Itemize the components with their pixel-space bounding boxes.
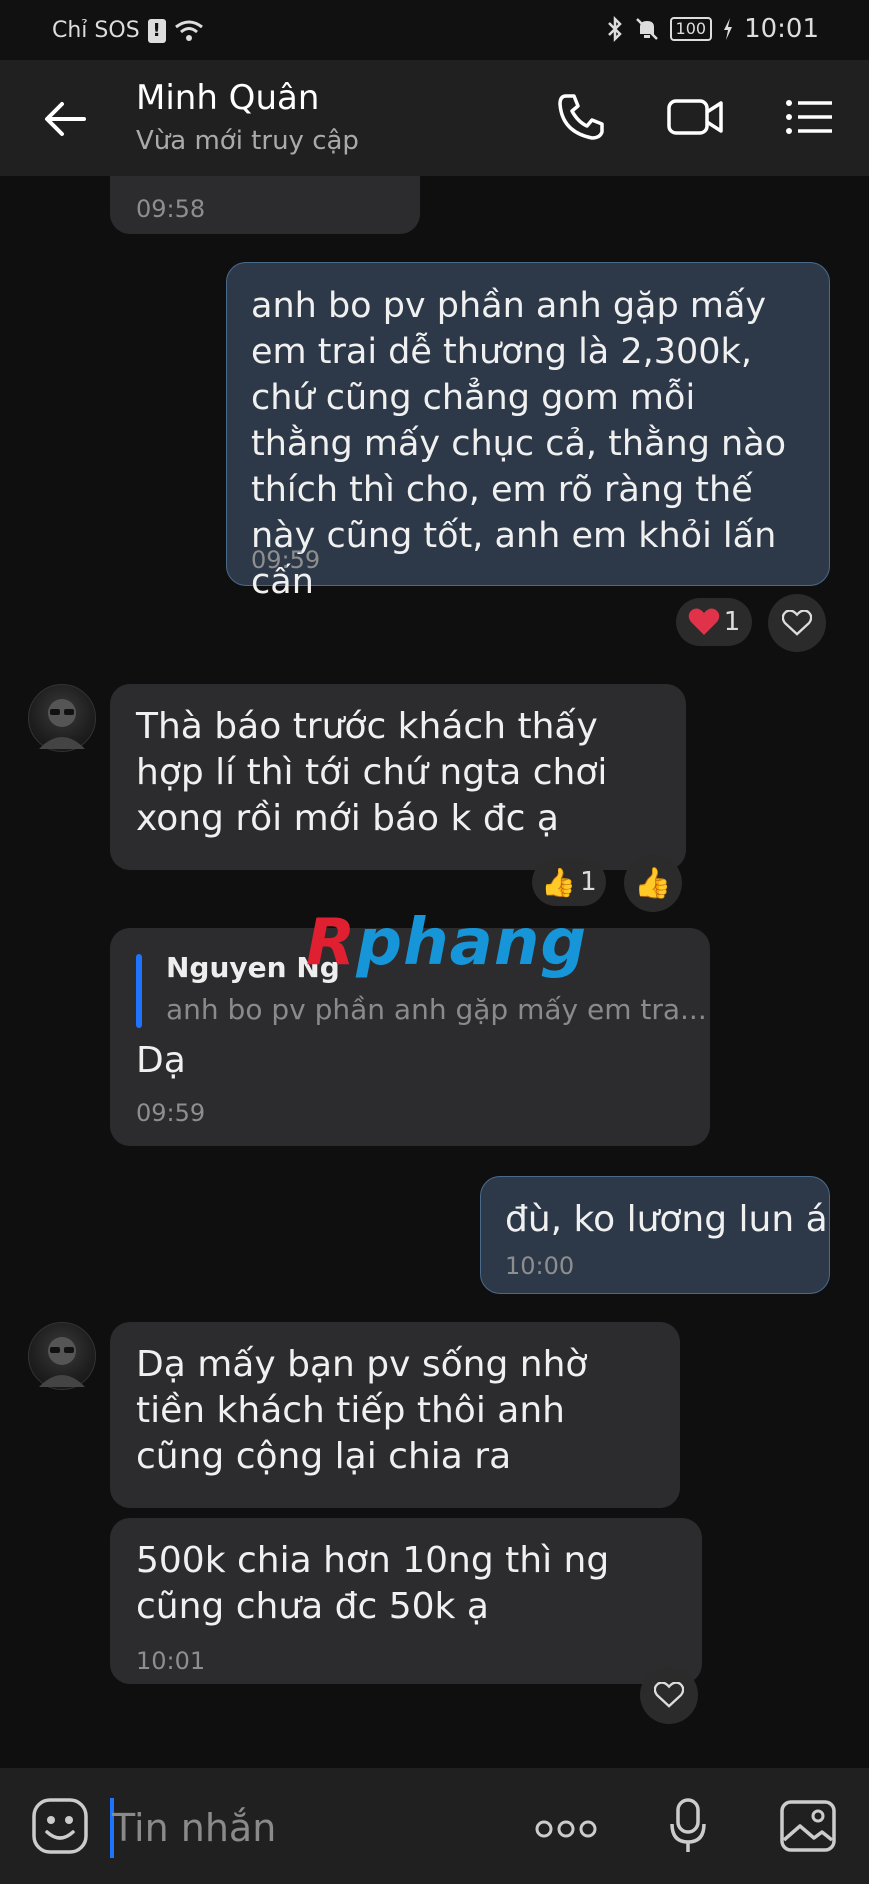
status-left: Chỉ SOS !	[52, 18, 204, 43]
watermark-part2: phang	[356, 906, 588, 980]
mute-icon	[635, 18, 658, 40]
chat-header: Minh Quân Vừa mới truy cập	[0, 60, 869, 176]
video-call-icon[interactable]	[666, 90, 726, 144]
message-time: 09:59	[251, 546, 321, 574]
carrier-label: Chỉ SOS	[52, 18, 140, 43]
thumbs-up-reaction-icon: 👍	[541, 865, 577, 899]
microphone-icon[interactable]	[668, 1796, 708, 1856]
message-bubble-incoming[interactable]: Dạ mấy bạn pv sống nhờ tiền khách tiếp t…	[110, 1322, 680, 1508]
menu-list-icon[interactable]	[784, 90, 836, 144]
heart-outline-icon	[782, 610, 812, 636]
watermark-part1: R	[306, 906, 357, 980]
avatar-face-icon	[39, 1337, 85, 1387]
emoji-sticker-icon[interactable]	[30, 1796, 90, 1856]
avatar[interactable]	[28, 684, 96, 752]
reaction-count: 1	[723, 607, 741, 637]
message-bubble-incoming[interactable]: Thà báo trước khách thấy hợp lí thì tới …	[110, 684, 686, 870]
react-button[interactable]	[640, 1666, 698, 1724]
message-bubble-outgoing[interactable]: anh bo pv phần anh gặp mấy em trai dễ th…	[226, 262, 830, 602]
bluetooth-icon	[607, 16, 622, 42]
message-input[interactable]: Tin nhắn	[112, 1806, 276, 1850]
watermark-logo: Rphang	[306, 906, 587, 980]
message-text: 500k chia hơn 10ng thì ng cũng chưa đc 5…	[136, 1540, 610, 1627]
composer-bar: Tin nhắn	[0, 1768, 869, 1884]
message-text: Dạ mấy bạn pv sống nhờ tiền khách tiếp t…	[136, 1344, 588, 1477]
message-time: 09:59	[136, 1099, 206, 1127]
avatar[interactable]	[28, 1322, 96, 1390]
message-text: Dạ	[136, 1040, 186, 1081]
wifi-icon	[174, 20, 203, 41]
image-gallery-icon[interactable]	[778, 1796, 838, 1856]
status-right: 100 10:01	[606, 14, 819, 44]
avatar-face-icon	[39, 699, 85, 749]
clock: 10:01	[744, 14, 819, 44]
sim-alert-icon: !	[147, 18, 166, 43]
quote-text: anh bo pv phần anh gặp mấy em tra...	[166, 993, 707, 1026]
quote-indicator	[136, 954, 142, 1028]
back-arrow-icon[interactable]	[40, 94, 90, 144]
message-time: 10:00	[505, 1252, 575, 1280]
react-button[interactable]: 👍	[624, 854, 682, 912]
reaction-badge[interactable]: 1	[676, 598, 752, 646]
phone-call-icon[interactable]	[554, 90, 608, 144]
more-options-icon[interactable]	[534, 1818, 598, 1840]
message-text: anh bo pv phần anh gặp mấy em trai dễ th…	[251, 286, 787, 602]
contact-name[interactable]: Minh Quân	[136, 78, 319, 118]
status-bar: Chỉ SOS ! 100 10:01	[0, 0, 869, 60]
react-button[interactable]	[768, 594, 826, 652]
heart-reaction-icon	[688, 608, 719, 635]
message-time: 09:58	[136, 195, 206, 223]
message-bubble-incoming[interactable]: 09:58	[110, 176, 420, 234]
reaction-count: 1	[580, 867, 597, 897]
contact-status: Vừa mới truy cập	[136, 126, 359, 156]
message-text: đù, ko lương lun á	[505, 1199, 828, 1240]
reaction-badge[interactable]: 👍 1	[532, 858, 606, 906]
message-bubble-outgoing[interactable]: đù, ko lương lun á 10:00	[480, 1176, 830, 1294]
heart-outline-icon	[654, 1682, 684, 1708]
message-time: 10:01	[136, 1647, 206, 1675]
message-text: Thà báo trước khách thấy hợp lí thì tới …	[136, 706, 608, 839]
charging-icon	[724, 18, 733, 40]
battery-level: 100	[669, 17, 713, 41]
message-bubble-incoming[interactable]: 500k chia hơn 10ng thì ng cũng chưa đc 5…	[110, 1518, 702, 1684]
thumbs-up-icon: 👍	[634, 865, 672, 901]
